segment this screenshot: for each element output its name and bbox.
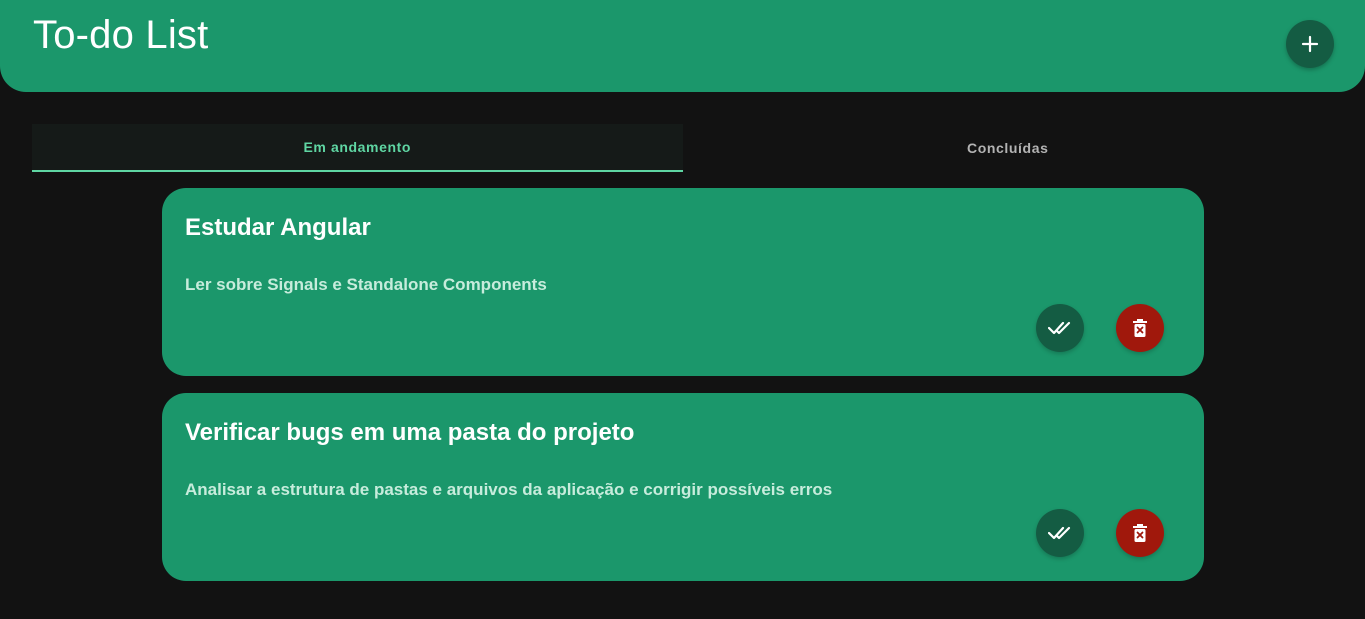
complete-task-button[interactable] [1036,509,1084,557]
add-task-button[interactable] [1286,20,1334,68]
plus-icon [1301,35,1319,53]
task-card: Verificar bugs em uma pasta do projeto A… [162,393,1204,581]
delete-task-button[interactable] [1116,509,1164,557]
app-header: To-do List [0,0,1365,92]
task-description: Ler sobre Signals e Standalone Component… [185,275,547,294]
task-card: Estudar Angular Ler sobre Signals e Stan… [162,188,1204,376]
tab-bar: Em andamento Concluídas [32,124,1333,172]
tab-concluidas[interactable]: Concluídas [683,124,1334,172]
double-check-icon [1048,525,1072,541]
trash-icon [1132,524,1148,542]
double-check-icon [1048,320,1072,336]
delete-task-button[interactable] [1116,304,1164,352]
tab-em-andamento[interactable]: Em andamento [32,124,683,172]
trash-icon [1132,319,1148,337]
app-title: To-do List [33,13,209,57]
complete-task-button[interactable] [1036,304,1084,352]
task-title: Verificar bugs em uma pasta do projeto [185,419,635,446]
task-title: Estudar Angular [185,214,371,241]
task-description: Analisar a estrutura de pastas e arquivo… [185,480,833,499]
